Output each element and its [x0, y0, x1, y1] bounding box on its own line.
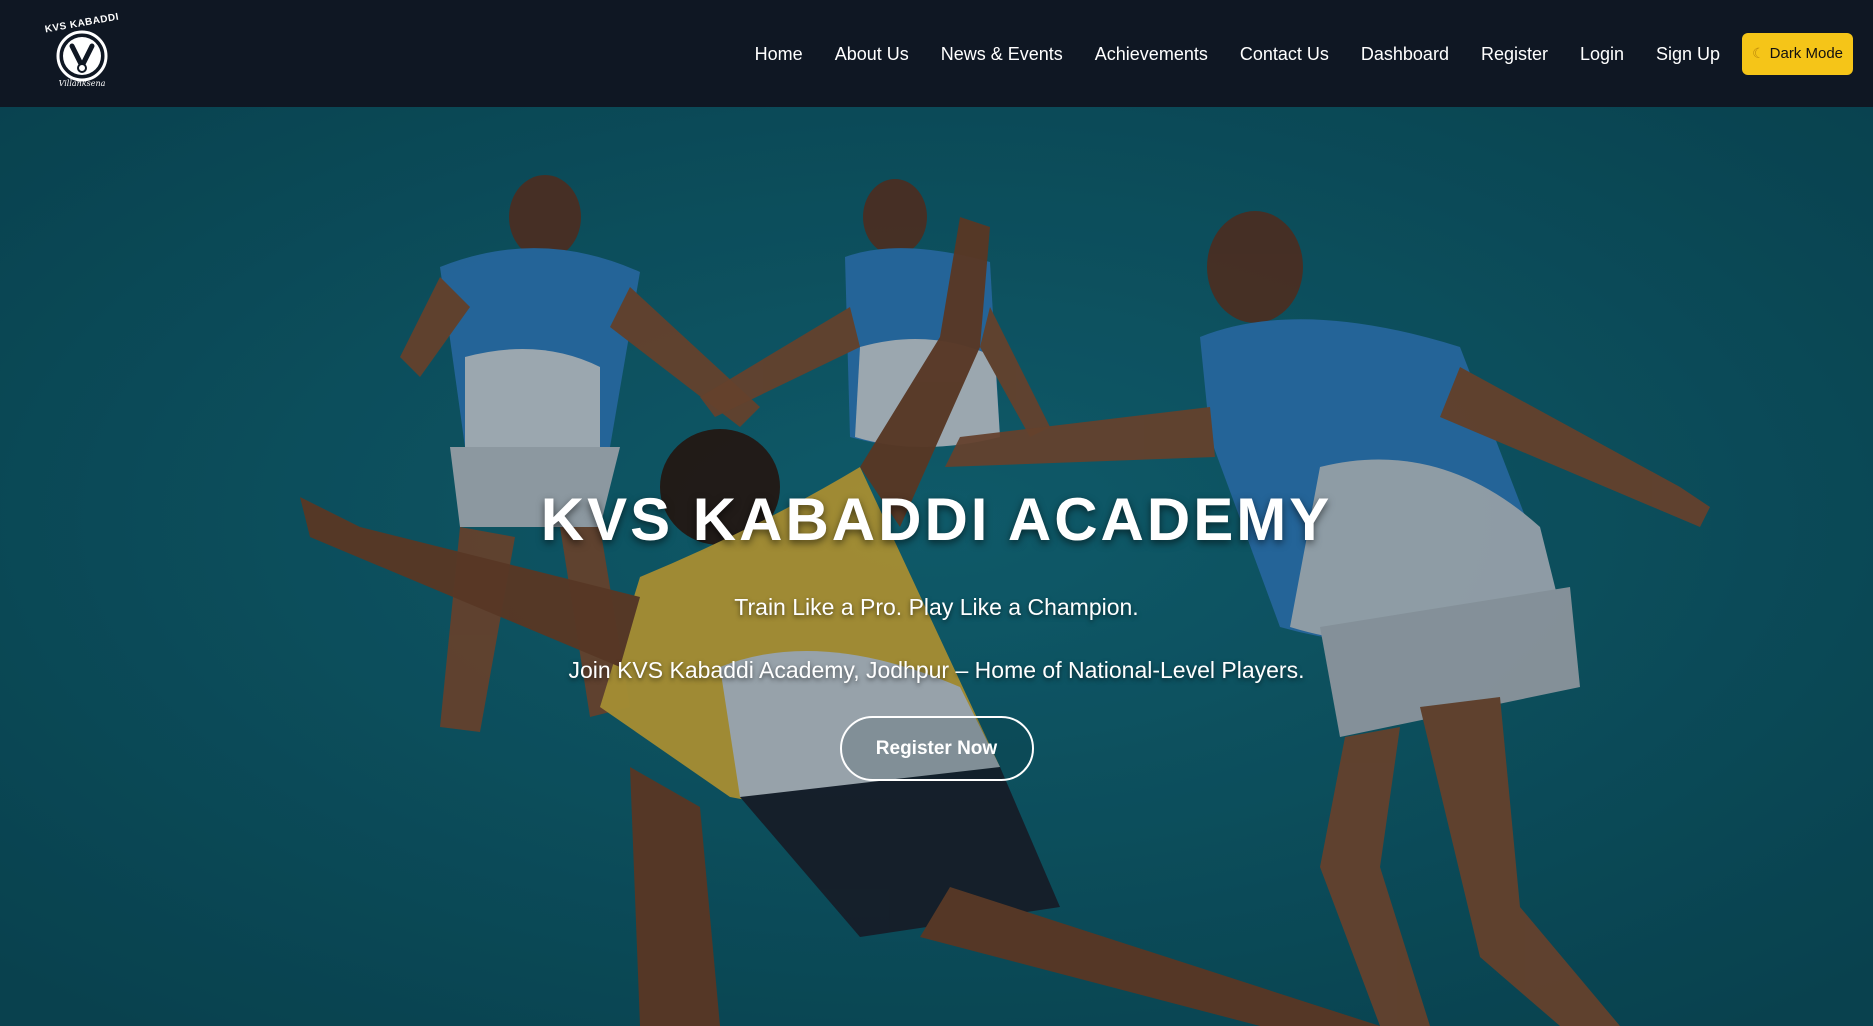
register-now-button[interactable]: Register Now	[839, 716, 1034, 781]
nav-home[interactable]: Home	[739, 4, 819, 104]
nav-sign-up[interactable]: Sign Up	[1640, 4, 1736, 104]
hero-title: KVS KABADDI ACADEMY	[540, 486, 1333, 553]
cta-container: Register Now	[0, 716, 1873, 781]
moon-icon: ☾	[1752, 45, 1765, 61]
hero-overlay	[0, 107, 1873, 1026]
nav-dashboard[interactable]: Dashboard	[1345, 4, 1465, 104]
nav-about-us[interactable]: About Us	[819, 4, 925, 104]
navbar: KVS KABADDI Villanksena Home About Us Ne…	[0, 0, 1873, 107]
nav-achievements[interactable]: Achievements	[1079, 4, 1224, 104]
nav-news-events[interactable]: News & Events	[925, 4, 1079, 104]
logo-bottom-text: Villanksena	[58, 78, 106, 88]
dark-mode-button[interactable]: ☾ Dark Mode	[1742, 32, 1853, 75]
hero-subtitle: Join KVS Kabaddi Academy, Jodhpur – Home…	[568, 657, 1305, 683]
nav-login[interactable]: Login	[1564, 4, 1640, 104]
dark-mode-label: Dark Mode	[1769, 45, 1843, 62]
nav-contact-us[interactable]: Contact Us	[1224, 4, 1345, 104]
hero-section: KVS KABADDI ACADEMY Train Like a Pro. Pl…	[0, 107, 1873, 1026]
academy-logo[interactable]: KVS KABADDI Villanksena	[44, 11, 120, 92]
hero-tagline: Train Like a Pro. Play Like a Champion.	[734, 594, 1139, 620]
main-nav: Home About Us News & Events Achievements…	[739, 0, 1853, 107]
nav-register[interactable]: Register	[1465, 4, 1564, 104]
